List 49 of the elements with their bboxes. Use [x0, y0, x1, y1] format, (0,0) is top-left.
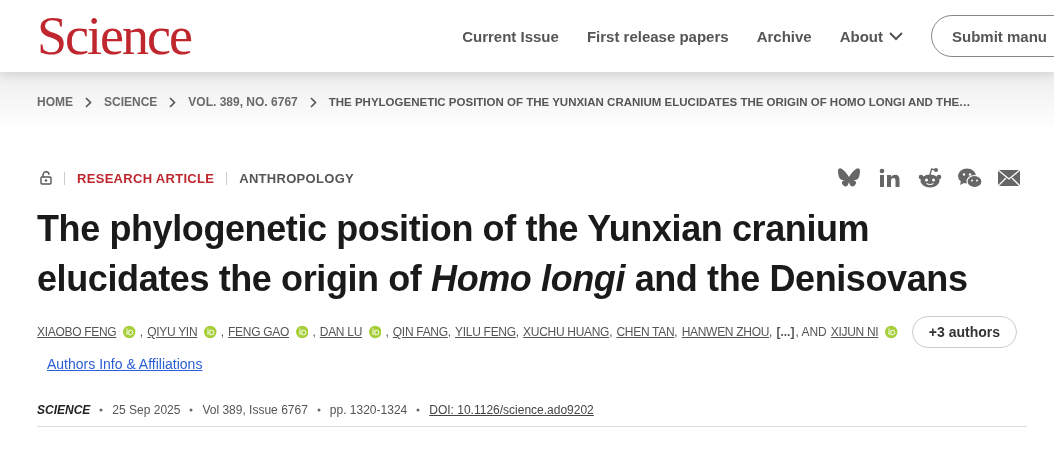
more-authors-button[interactable]: +3 authors — [911, 316, 1017, 348]
author-link[interactable]: YILU FENG — [455, 325, 516, 339]
nav-menu[interactable]: About — [839, 27, 903, 45]
padlock-icon — [40, 171, 52, 185]
separator-text: , — [515, 325, 520, 339]
dot-icon — [416, 408, 421, 412]
author-link[interactable]: XIAOBO FENG — [37, 325, 117, 339]
separator-text: , — [385, 325, 389, 339]
subject-link[interactable]: ANTHROPOLOGY — [239, 170, 355, 186]
dot-icon — [99, 408, 104, 412]
breadcrumb-link[interactable]: VOL. 389, NO. 6767 — [188, 95, 298, 109]
separator-text: , — [609, 325, 613, 339]
separator-text: , — [312, 325, 316, 339]
doi-link[interactable]: DOI: 10.1126/science.ado9202 — [429, 403, 594, 417]
breadcrumb-link[interactable]: HOME — [37, 95, 73, 109]
nav-link[interactable]: First release papers — [586, 27, 729, 45]
chevron-right-icon — [169, 96, 177, 108]
separator-text: , AND — [795, 325, 827, 339]
chevron-down-icon — [889, 31, 903, 41]
chevron-right-icon — [85, 96, 92, 108]
breadcrumb-link[interactable]: SCIENCE — [104, 95, 158, 109]
article-title: The phylogenetic position of the Yunxian cranium elucidates the origin of Homo longi and the Denisovans — [37, 207, 969, 301]
chat-bubbles-icon[interactable] — [957, 166, 983, 190]
submit-button[interactable]: Submit manu — [931, 15, 1054, 57]
page-range: pp. 1320-1324 — [329, 403, 408, 417]
chevron-right-icon — [309, 96, 317, 108]
separator-text: , — [139, 325, 144, 339]
dot-icon — [316, 408, 321, 412]
authors-info-link[interactable]: Authors Info & Affiliations — [47, 356, 203, 372]
nav-link[interactable]: Current Issue — [462, 27, 559, 45]
article-type-link[interactable]: RESEARCH ARTICLE — [77, 170, 215, 186]
separator-text: , — [447, 325, 452, 339]
linkedin-icon[interactable] — [877, 166, 903, 190]
author-link[interactable]: DAN LU — [319, 325, 362, 339]
dot-icon — [189, 408, 194, 412]
author-link[interactable]: QIYU YIN — [147, 325, 198, 339]
science-logo[interactable]: Science — [37, 9, 191, 63]
author-link[interactable]: FENG GAO — [228, 325, 289, 339]
more-authors-link[interactable]: [...] — [776, 325, 795, 339]
nav-link[interactable]: Archive — [756, 27, 812, 45]
separator-text: , — [674, 325, 678, 339]
volume-issue: Vol 389, Issue 6767 — [202, 403, 308, 417]
author-link[interactable]: QIN FANG — [392, 325, 448, 339]
journal-name: SCIENCE — [37, 403, 91, 417]
separator-text: , — [220, 325, 225, 339]
alien-head-icon[interactable] — [917, 166, 943, 190]
publication-date: 25 Sep 2025 — [112, 403, 181, 417]
separator-text: , — [769, 325, 773, 339]
author-link[interactable]: XIJUN NI — [830, 325, 879, 339]
